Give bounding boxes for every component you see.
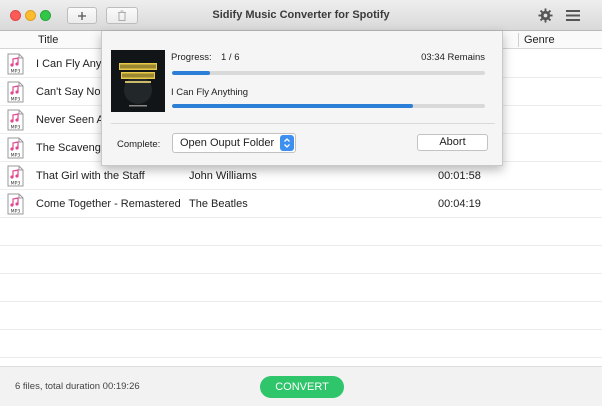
track-title: Come Together - Remastered — [36, 198, 181, 210]
column-header-title[interactable]: Title — [38, 34, 58, 46]
mp3-file-icon: MP3 — [7, 109, 24, 131]
column-divider — [518, 33, 519, 47]
track-title: Can't Say No — [36, 86, 101, 98]
abort-button[interactable]: Abort — [417, 134, 488, 151]
empty-row — [0, 274, 602, 302]
mp3-file-icon: MP3 — [7, 137, 24, 159]
mp3-file-icon: MP3 — [7, 81, 24, 103]
progress-count: 1 / 6 — [221, 52, 240, 63]
complete-action-value: Open Ouput Folder — [180, 137, 275, 149]
empty-row — [0, 218, 602, 246]
mp3-file-icon: MP3 — [7, 193, 24, 215]
mp3-label: MP3 — [11, 125, 21, 131]
complete-label: Complete: — [117, 139, 161, 150]
table-row[interactable]: MP3 That Girl with the Staff John Willia… — [0, 162, 602, 190]
current-track-title: I Can Fly Anything — [171, 87, 249, 98]
dialog-divider — [111, 123, 495, 124]
time-remaining: 03:34 Remains — [421, 52, 485, 63]
status-bar: 6 files, total duration 00:19:26 CONVERT — [0, 366, 602, 406]
table-row[interactable]: MP3 Come Together - Remastered The Beatl… — [0, 190, 602, 218]
track-artist: John Williams — [189, 170, 257, 182]
empty-row — [0, 246, 602, 274]
hamburger-menu-icon[interactable] — [566, 9, 580, 22]
empty-row — [0, 302, 602, 330]
mp3-label: MP3 — [11, 181, 21, 187]
complete-action-select[interactable]: Open Ouput Folder — [172, 133, 296, 153]
files-summary: 6 files, total duration 00:19:26 — [15, 381, 140, 392]
progress-label: Progress: — [171, 52, 212, 63]
mp3-label: MP3 — [11, 69, 21, 75]
track-title: Never Seen A — [36, 114, 104, 126]
mp3-label: MP3 — [11, 97, 21, 103]
mp3-label: MP3 — [11, 153, 21, 159]
mp3-label: MP3 — [11, 209, 21, 215]
window-title: Sidify Music Converter for Spotify — [212, 9, 390, 21]
track-artist: The Beatles — [189, 198, 248, 210]
overall-progress-fill — [172, 71, 210, 75]
track-duration: 00:01:58 — [438, 170, 481, 182]
album-cover-art — [111, 50, 165, 112]
conversion-progress-dialog: Progress: 1 / 6 03:34 Remains I Can Fly … — [101, 31, 503, 166]
track-title: That Girl with the Staff — [36, 170, 145, 182]
gear-icon[interactable] — [538, 8, 553, 23]
track-title: I Can Fly Any — [36, 58, 102, 70]
track-progress-fill — [172, 104, 413, 108]
track-title: The Scavenge — [36, 142, 107, 154]
column-header-genre[interactable]: Genre — [524, 34, 555, 46]
overall-progress-bar — [172, 71, 485, 75]
mp3-file-icon: MP3 — [7, 165, 24, 187]
convert-button[interactable]: CONVERT — [260, 376, 344, 398]
title-bar: Sidify Music Converter for Spotify — [0, 0, 602, 31]
mp3-file-icon: MP3 — [7, 53, 24, 75]
track-progress-bar — [172, 104, 485, 108]
empty-row — [0, 330, 602, 358]
select-arrows-icon — [280, 135, 294, 151]
track-duration: 00:04:19 — [438, 198, 481, 210]
